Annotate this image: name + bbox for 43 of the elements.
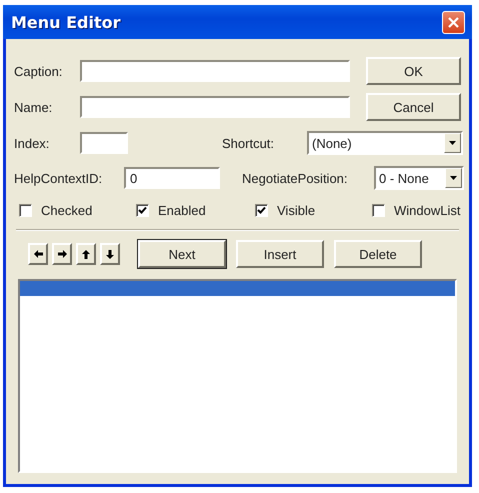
window-title: Menu Editor [11,12,121,32]
caret-icon [449,141,456,145]
insert-button[interactable]: Insert [236,240,324,268]
name-field[interactable] [80,96,350,118]
move-left-button[interactable] [28,243,48,265]
arrow-up-icon [80,248,92,260]
close-icon [448,16,459,28]
checkmark-icon [257,206,266,214]
shortcut-dropdown[interactable]: (None) [307,131,463,155]
negotiate-position-dropdown[interactable]: 0 - None [374,166,464,190]
checkbox[interactable] [136,204,149,216]
checkbox-label: Visible [277,202,316,218]
checkbox-label: Enabled [158,202,206,218]
checkmark-icon [138,206,147,214]
move-right-button[interactable] [52,243,72,265]
name-label: Name: [14,100,54,114]
caption-field[interactable] [80,60,350,82]
move-up-button[interactable] [76,243,96,265]
negotiate-position-label: NegotiatePosition: [242,170,349,186]
cancel-button[interactable]: Cancel [366,93,461,121]
checkbox[interactable] [19,204,32,216]
arrow-down-icon [104,248,116,260]
index-field[interactable] [80,132,128,154]
arrow-right-icon [56,248,68,260]
help-context-label: HelpContextID: [14,170,104,186]
next-button[interactable]: Next [138,240,226,268]
checkbox[interactable] [255,204,268,216]
ok-button[interactable]: OK [366,57,461,85]
delete-button[interactable]: Delete [334,240,422,268]
checkbox-label: Checked [41,202,92,218]
close-button[interactable] [442,10,465,34]
move-down-button[interactable] [100,243,120,265]
caption-label: Caption: [14,64,64,78]
help-context-field[interactable]: 0 [124,167,220,189]
caret-icon [450,176,457,180]
menu-list[interactable] [18,279,457,473]
index-label: Index: [14,136,50,150]
arrow-left-icon [32,248,44,260]
dropdown-button[interactable] [444,133,461,153]
checkbox[interactable] [372,204,385,216]
dropdown-button[interactable] [445,168,462,188]
shortcut-label: Shortcut: [222,136,276,150]
checkbox-label: WindowList [394,202,460,218]
